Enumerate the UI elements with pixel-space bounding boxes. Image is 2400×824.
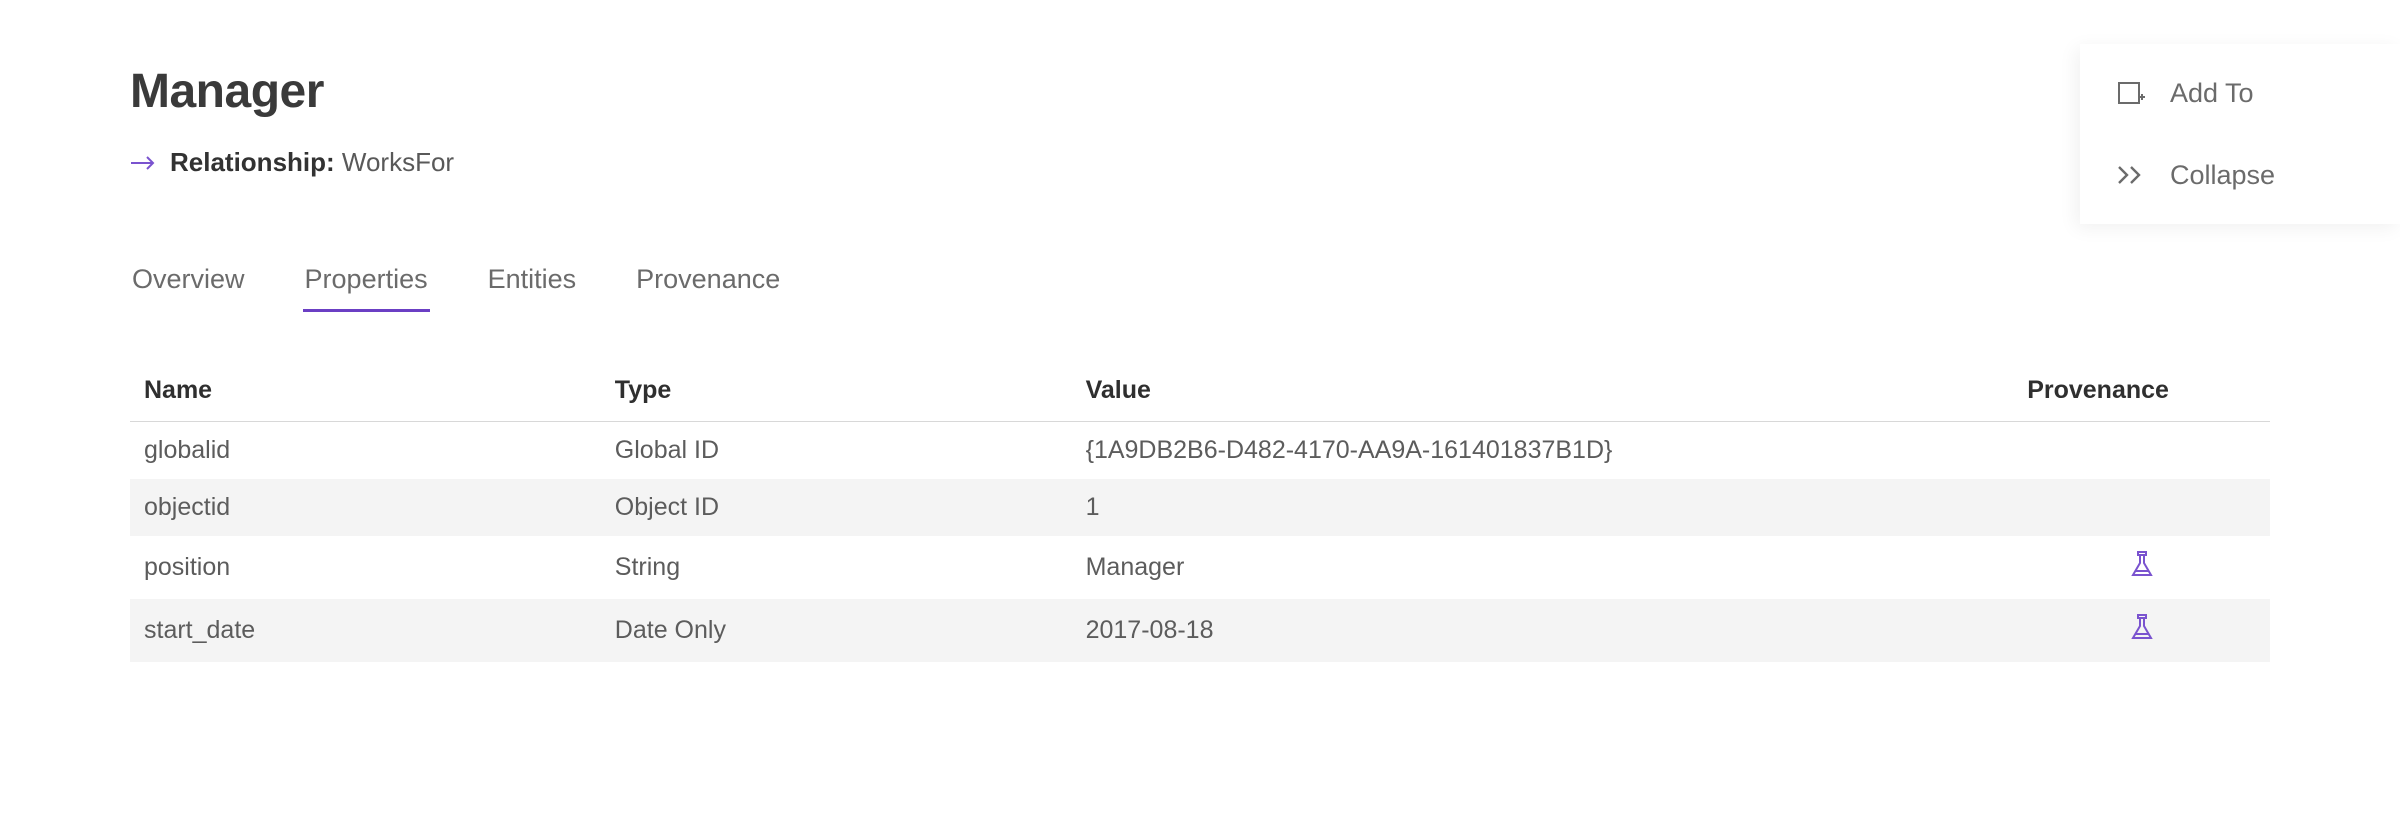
arrow-right-icon: [130, 154, 156, 172]
col-header-name: Name: [130, 360, 601, 422]
cell-type: Global ID: [601, 422, 1072, 480]
cell-name: globalid: [130, 422, 601, 480]
cell-provenance[interactable]: [2013, 599, 2270, 662]
cell-provenance[interactable]: [2013, 536, 2270, 599]
collapse-button[interactable]: Collapse: [2080, 134, 2400, 216]
cell-type: String: [601, 536, 1072, 599]
cell-provenance: [2013, 479, 2270, 536]
tabs: Overview Properties Entities Provenance: [130, 258, 2270, 312]
col-header-type: Type: [601, 360, 1072, 422]
cell-name: objectid: [130, 479, 601, 536]
add-to-button[interactable]: Add To: [2080, 52, 2400, 134]
properties-table: Name Type Value Provenance globalidGloba…: [130, 360, 2270, 662]
cell-type: Object ID: [601, 479, 1072, 536]
relationship-label: Relationship:: [170, 147, 335, 177]
tab-properties[interactable]: Properties: [303, 258, 430, 312]
cell-value: 1: [1072, 479, 2014, 536]
cell-provenance: [2013, 422, 2270, 480]
action-panel: Add To Collapse: [2080, 44, 2400, 224]
relationship-line: Relationship: WorksFor: [130, 147, 2270, 178]
tab-entities[interactable]: Entities: [486, 258, 579, 312]
tab-overview[interactable]: Overview: [130, 258, 247, 312]
collapse-icon: [2114, 158, 2148, 192]
cell-value: Manager: [1072, 536, 2014, 599]
add-to-label: Add To: [2170, 78, 2254, 109]
col-header-value: Value: [1072, 360, 2014, 422]
cell-value: 2017-08-18: [1072, 599, 2014, 662]
col-header-provenance: Provenance: [2013, 360, 2270, 422]
provenance-icon[interactable]: [2129, 613, 2155, 641]
cell-name: position: [130, 536, 601, 599]
page-title: Manager: [130, 64, 2270, 119]
tab-provenance[interactable]: Provenance: [634, 258, 782, 312]
relationship-value: WorksFor: [342, 147, 454, 177]
collapse-label: Collapse: [2170, 160, 2275, 191]
table-row: positionStringManager: [130, 536, 2270, 599]
cell-type: Date Only: [601, 599, 1072, 662]
cell-value: {1A9DB2B6-D482-4170-AA9A-161401837B1D}: [1072, 422, 2014, 480]
table-header-row: Name Type Value Provenance: [130, 360, 2270, 422]
add-to-icon: [2114, 76, 2148, 110]
table-row: objectidObject ID1: [130, 479, 2270, 536]
table-row: globalidGlobal ID{1A9DB2B6-D482-4170-AA9…: [130, 422, 2270, 480]
table-row: start_dateDate Only2017-08-18: [130, 599, 2270, 662]
provenance-icon[interactable]: [2129, 550, 2155, 578]
cell-name: start_date: [130, 599, 601, 662]
